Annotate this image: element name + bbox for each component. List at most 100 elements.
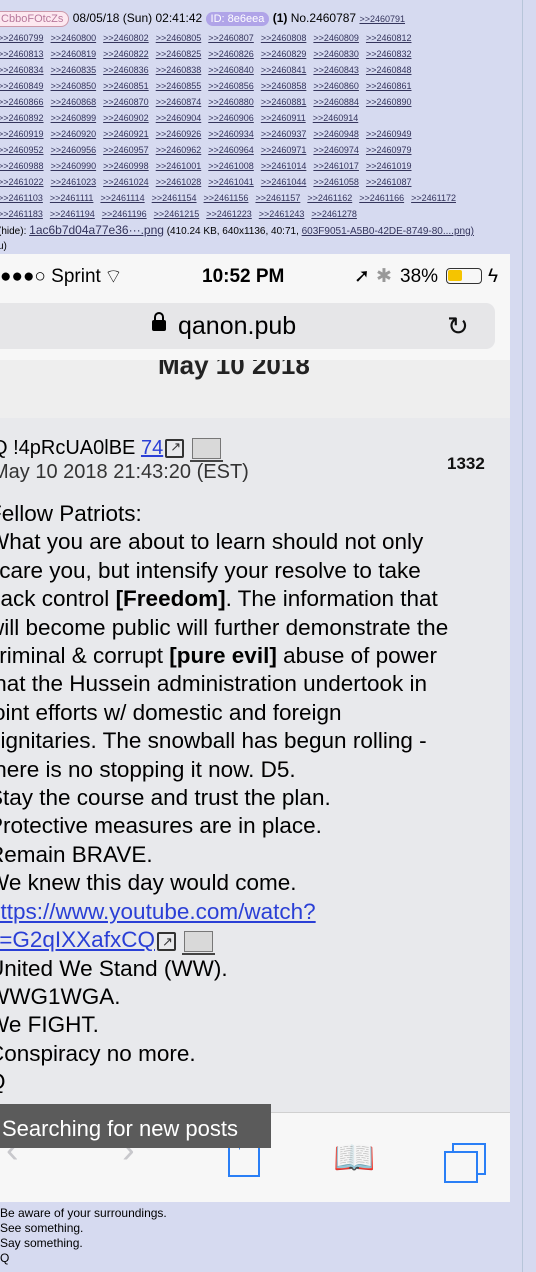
reply-link[interactable]: >>2460822 (103, 49, 149, 59)
reply-link[interactable]: >>2460838 (156, 65, 202, 75)
reply-link[interactable]: >>2460851 (103, 81, 149, 91)
reply-link[interactable]: >>2460990 (51, 161, 97, 171)
reply-link[interactable]: >>2460848 (366, 65, 412, 75)
reply-link[interactable]: >>2460948 (313, 129, 359, 139)
reply-link[interactable]: >>2461014 (261, 161, 307, 171)
reply-link[interactable]: >>2460962 (156, 145, 202, 155)
reply-link[interactable]: >>2460855 (156, 81, 202, 91)
reply-link[interactable]: >>2460830 (313, 49, 359, 59)
reply-link[interactable]: >>2460866 (0, 97, 44, 107)
youtube-link[interactable]: v=G2qIXXafxCQ (0, 927, 155, 952)
reply-link[interactable]: >>2460874 (156, 97, 202, 107)
hide-link[interactable]: (hide): (0, 226, 26, 237)
reply-link[interactable]: >>2460870 (103, 97, 149, 107)
reply-link[interactable]: >>2460836 (103, 65, 149, 75)
reply-link[interactable]: >>2460809 (313, 33, 359, 43)
reply-link[interactable]: >>2460841 (261, 65, 307, 75)
reply-link[interactable]: >>2460971 (261, 145, 307, 155)
reply-link[interactable]: >>2461058 (313, 177, 359, 187)
reply-link[interactable]: >>2460904 (156, 113, 202, 123)
reply-link[interactable]: >>2461183 (0, 209, 43, 219)
reply-link[interactable]: >>2460825 (156, 49, 202, 59)
reload-icon[interactable]: ↻ (447, 311, 469, 341)
youtube-link[interactable]: https://www.youtube.com/watch? (0, 899, 316, 924)
reply-link[interactable]: >>2461044 (261, 177, 307, 187)
reply-link[interactable]: >>2461156 (204, 193, 249, 203)
reply-link[interactable]: >>2461196 (102, 209, 147, 219)
reply-link[interactable]: >>2460911 (261, 113, 306, 123)
reply-link[interactable]: >>2460808 (261, 33, 307, 43)
reply-link[interactable]: >>2461023 (51, 177, 97, 187)
reply-link[interactable]: >>2460979 (366, 145, 412, 155)
tabs-icon[interactable] (444, 1143, 486, 1183)
reply-link[interactable]: >>2461019 (366, 161, 412, 171)
poster-id-badge[interactable]: ID: 8e6eea (205, 12, 270, 26)
reply-link[interactable]: >>2461157 (255, 193, 300, 203)
reply-link[interactable]: >>2460834 (0, 65, 44, 75)
reply-link[interactable]: >>2460861 (366, 81, 412, 91)
share-icon[interactable] (228, 1129, 260, 1177)
reply-link[interactable]: >>2461162 (307, 193, 352, 203)
reply-link[interactable]: >>2460840 (208, 65, 254, 75)
reply-link[interactable]: >>2461154 (152, 193, 197, 203)
post-ref-link[interactable]: 74 (141, 437, 163, 459)
reply-link[interactable]: >>2460920 (51, 129, 97, 139)
reply-link[interactable]: >>2461243 (259, 209, 305, 219)
original-file-name[interactable]: 603F9051-A5B0-42DE-8749-80....png) (302, 226, 474, 237)
reply-link[interactable]: >>2460964 (208, 145, 254, 155)
reply-link[interactable]: >>2461028 (156, 177, 202, 187)
reply-link[interactable]: >>2460843 (313, 65, 359, 75)
reply-link[interactable]: >>2460850 (51, 81, 97, 91)
reply-link[interactable]: >>2460937 (261, 129, 307, 139)
reply-link[interactable]: >>2460791 (359, 14, 405, 24)
reply-link[interactable]: >>2460832 (366, 49, 412, 59)
reply-link[interactable]: >>2460860 (313, 81, 359, 91)
reply-link[interactable]: >>2460919 (0, 129, 44, 139)
reply-link[interactable]: >>2460868 (51, 97, 97, 107)
post-number[interactable]: No.2460787 (291, 11, 356, 25)
reply-link[interactable]: >>2460899 (51, 113, 97, 123)
reply-link[interactable]: >>2460892 (0, 113, 44, 123)
reply-link[interactable]: >>2461172 (411, 193, 456, 203)
reply-link[interactable]: >>2461194 (50, 209, 95, 219)
reply-link[interactable]: >>2460952 (0, 145, 44, 155)
reply-link[interactable]: >>2461223 (206, 209, 252, 219)
reply-link[interactable]: >>2460884 (313, 97, 359, 107)
reply-link[interactable]: >>2461001 (156, 161, 202, 171)
reply-link[interactable]: >>2460974 (313, 145, 359, 155)
reply-link[interactable]: >>2461041 (208, 177, 254, 187)
reply-link[interactable]: >>2461166 (359, 193, 404, 203)
reply-link[interactable]: >>2460807 (208, 33, 254, 43)
reply-link[interactable]: >>2460890 (366, 97, 412, 107)
reply-link[interactable]: >>2460835 (51, 65, 97, 75)
address-field[interactable]: qanon.pub ↻ (0, 303, 495, 349)
archive-folder-icon[interactable] (181, 930, 215, 955)
reply-link[interactable]: >>2461008 (208, 161, 254, 171)
file-name-link[interactable]: 1ac6b7d04a77e36···.png (29, 223, 164, 237)
reply-link[interactable]: >>2460826 (208, 49, 254, 59)
reply-link[interactable]: >>2460813 (0, 49, 44, 59)
reply-link[interactable]: >>2460921 (103, 129, 149, 139)
reply-link[interactable]: >>2461087 (366, 177, 412, 187)
reply-link[interactable]: >>2461111 (50, 193, 94, 203)
reply-link[interactable]: >>2460998 (103, 161, 149, 171)
reply-link[interactable]: >>2460856 (208, 81, 254, 91)
reply-link[interactable]: >>2461024 (103, 177, 149, 187)
reply-link[interactable]: >>2460956 (51, 145, 97, 155)
reply-link[interactable]: >>2460829 (261, 49, 307, 59)
reply-link[interactable]: >>2461278 (311, 209, 357, 219)
reply-link[interactable]: >>2460914 (313, 113, 359, 123)
reply-link[interactable]: >>2461215 (154, 209, 200, 219)
reply-link[interactable]: >>2460949 (366, 129, 412, 139)
archive-folder-icon[interactable] (190, 438, 224, 463)
reply-link[interactable]: >>2460849 (0, 81, 44, 91)
reply-link[interactable]: >>2460906 (208, 113, 254, 123)
reply-link[interactable]: >>2460799 (0, 33, 44, 43)
reply-link[interactable]: >>2461114 (100, 193, 144, 203)
reply-link[interactable]: >>2461022 (0, 177, 44, 187)
reply-link[interactable]: >>2460881 (261, 97, 307, 107)
reply-link[interactable]: >>2460934 (208, 129, 254, 139)
reply-link[interactable]: >>2461103 (0, 193, 43, 203)
reply-link[interactable]: >>2460880 (208, 97, 254, 107)
reply-link[interactable]: >>2460800 (51, 33, 97, 43)
